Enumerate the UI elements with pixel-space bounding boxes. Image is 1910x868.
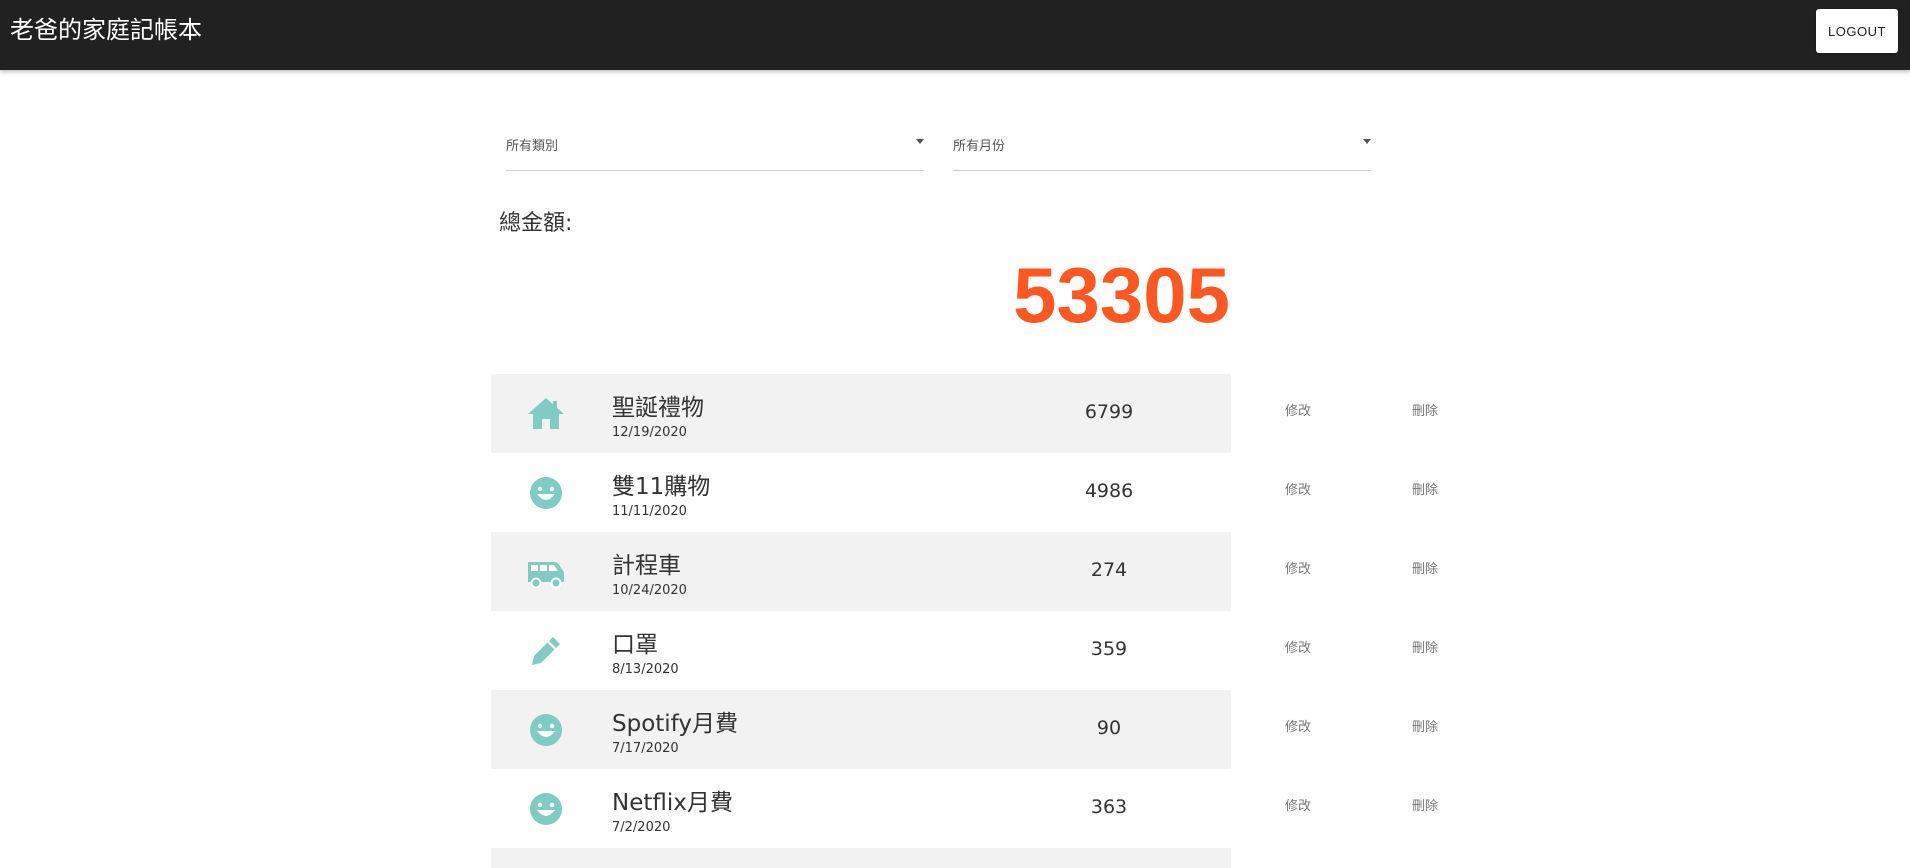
edit-button[interactable]: 修改 (1285, 637, 1311, 656)
record-row: Netflix月費 7/2/2020 363 修改 刪除 (491, 769, 1591, 848)
chevron-down-icon (916, 139, 924, 144)
delete-button[interactable]: 刪除 (1412, 479, 1438, 498)
edit-button[interactable]: 修改 (1285, 400, 1311, 419)
record-date: 12/19/2020 (612, 425, 687, 440)
record-date: 11/11/2020 (612, 504, 687, 519)
app-bar: 老爸的家庭記帳本 LOGOUT (0, 0, 1910, 70)
edit-button[interactable]: 修改 (1285, 795, 1311, 814)
edit-button[interactable]: 修改 (1285, 558, 1311, 577)
record-amount: 6799 (1084, 401, 1134, 423)
month-select-value: 所有月份 (953, 139, 1006, 154)
record-row-partial (491, 848, 1231, 868)
delete-button[interactable]: 刪除 (1412, 400, 1438, 419)
smile-icon (526, 473, 566, 513)
record-amount: 274 (1090, 559, 1128, 581)
record-name: 聖誕禮物 (612, 395, 704, 421)
smile-icon (526, 789, 566, 829)
month-select[interactable]: 所有月份 (953, 128, 1371, 171)
delete-button[interactable]: 刪除 (1412, 558, 1438, 577)
home-icon (526, 394, 566, 434)
smile-icon (526, 710, 566, 750)
shuttle-van-icon (526, 552, 566, 592)
edit-button[interactable]: 修改 (1285, 716, 1311, 735)
delete-button[interactable]: 刪除 (1412, 795, 1438, 814)
total-label: 總金額: (499, 211, 573, 236)
record-row: 聖誕禮物 12/19/2020 6799 修改 刪除 (491, 374, 1591, 453)
record-row: 雙11購物 11/11/2020 4986 修改 刪除 (491, 453, 1591, 532)
edit-button[interactable]: 修改 (1285, 479, 1311, 498)
total-amount: 53305 (1013, 251, 1230, 339)
chevron-down-icon (1363, 139, 1371, 144)
record-amount: 4986 (1084, 480, 1134, 502)
record-row: 口罩 8/13/2020 359 修改 刪除 (491, 611, 1591, 690)
record-amount: 363 (1090, 796, 1128, 818)
delete-button[interactable]: 刪除 (1412, 716, 1438, 735)
record-name: 計程車 (612, 553, 681, 579)
record-name: 口罩 (612, 632, 658, 658)
pen-icon (526, 631, 566, 671)
record-row: Spotify月費 7/17/2020 90 修改 刪除 (491, 690, 1591, 769)
category-select-value: 所有類別 (506, 139, 559, 154)
record-amount: 90 (1096, 717, 1122, 739)
record-amount: 359 (1090, 638, 1128, 660)
record-date: 10/24/2020 (612, 583, 687, 598)
delete-button[interactable]: 刪除 (1412, 637, 1438, 656)
record-date: 7/2/2020 (612, 820, 671, 835)
record-name: Spotify月費 (612, 711, 738, 737)
record-name: 雙11購物 (612, 474, 711, 500)
record-row: 計程車 10/24/2020 274 修改 刪除 (491, 532, 1591, 611)
category-select[interactable]: 所有類別 (506, 128, 924, 171)
record-date: 8/13/2020 (612, 662, 679, 677)
logout-button[interactable]: LOGOUT (1816, 9, 1898, 53)
record-date: 7/17/2020 (612, 741, 679, 756)
record-name: Netflix月費 (612, 790, 733, 816)
app-title: 老爸的家庭記帳本 (10, 16, 202, 44)
